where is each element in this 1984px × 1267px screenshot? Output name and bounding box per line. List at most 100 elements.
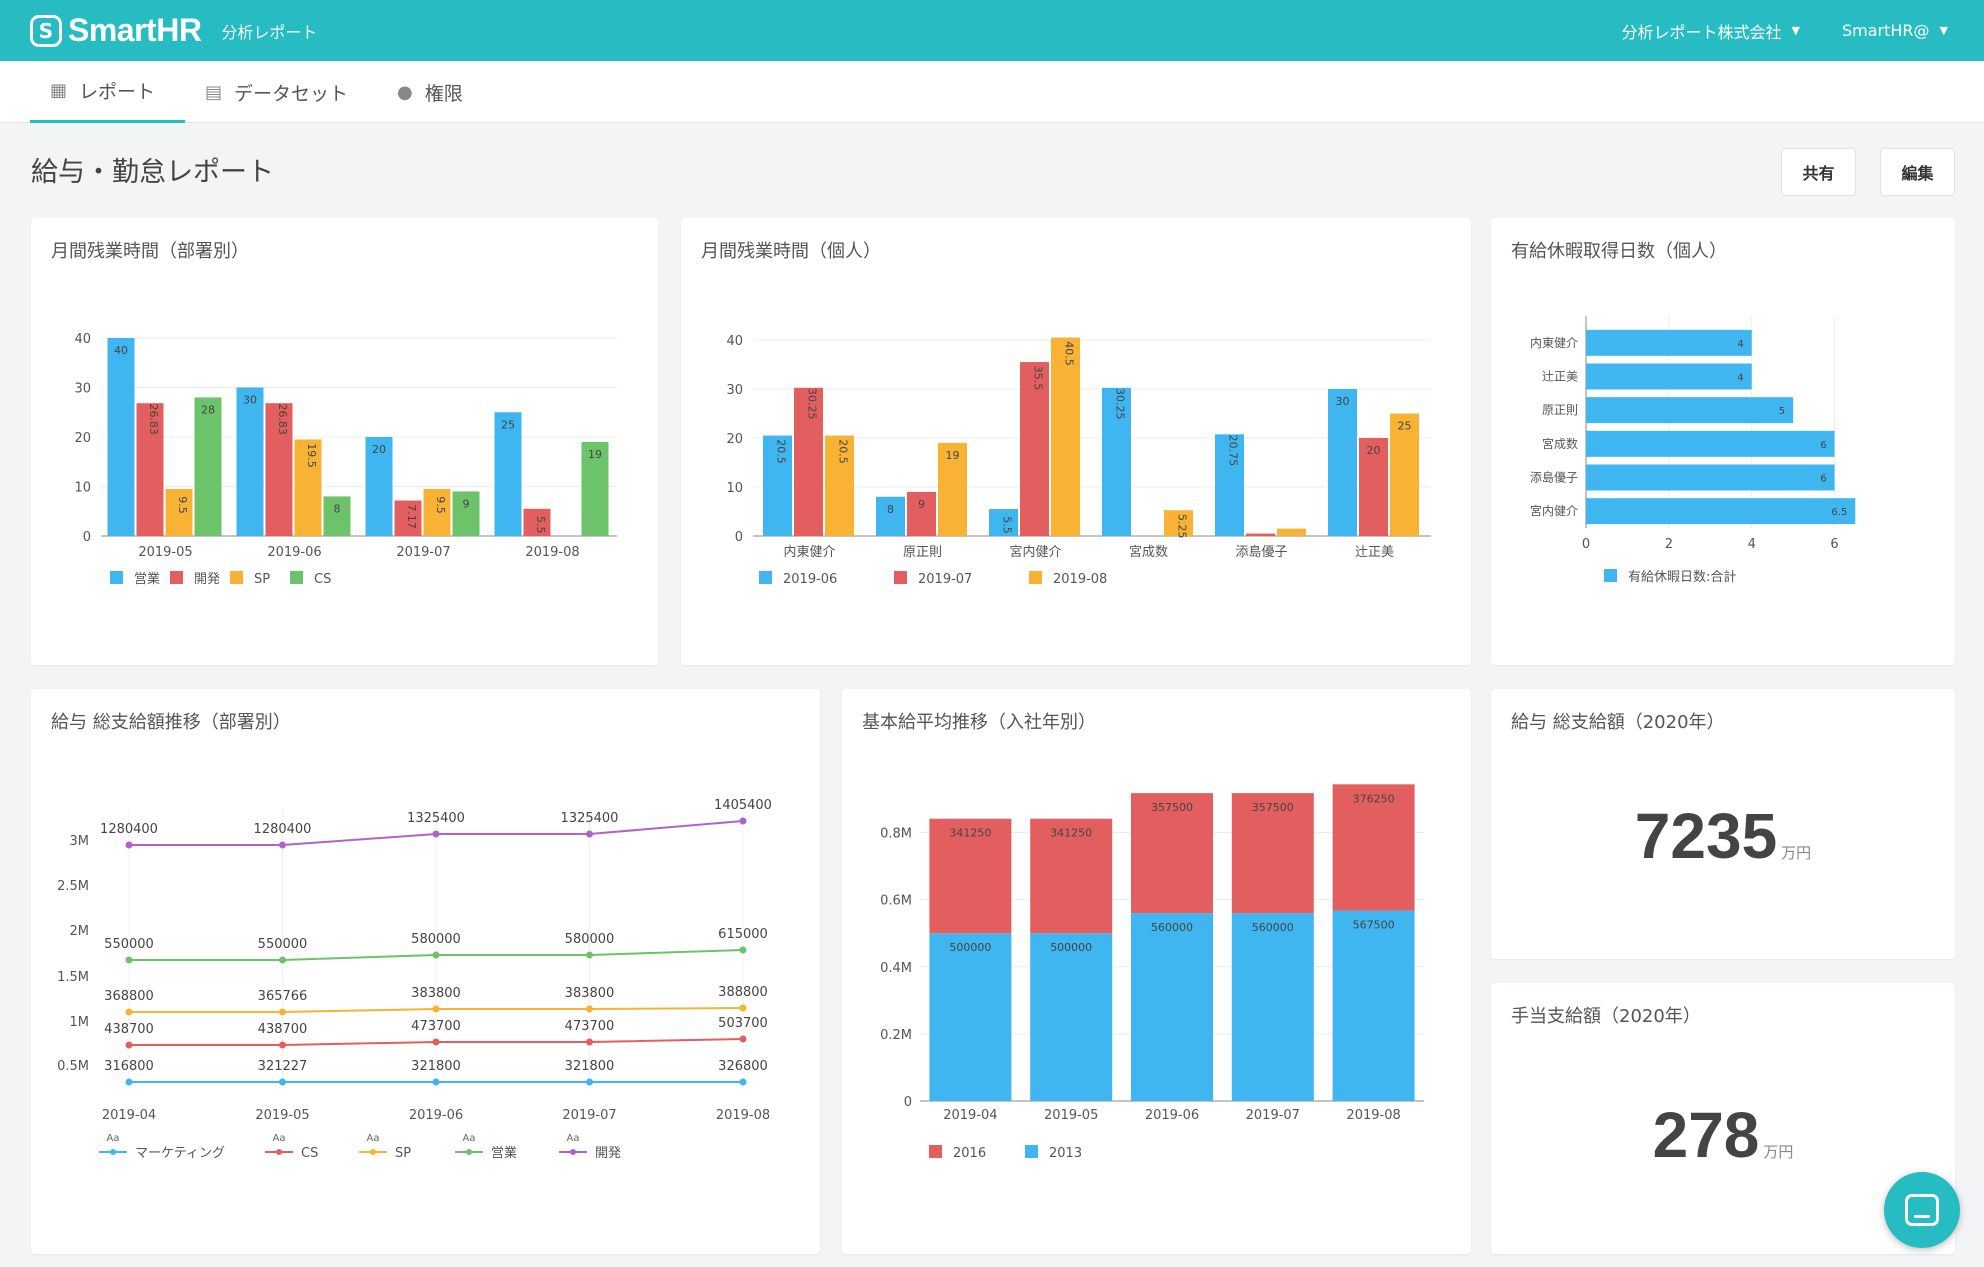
data-label: 567500 [1353, 919, 1395, 932]
tab-dataset-label: データセット [234, 82, 349, 105]
company-menu[interactable]: 分析レポート株式会社 ▼ [1622, 19, 1800, 43]
x-tick-label: 2019-07 [1246, 1108, 1300, 1123]
y-tick-label: 0.5M [57, 1059, 89, 1074]
x-tick-label: 2019-07 [562, 1108, 616, 1123]
x-tick-label: 宮成数 [1129, 544, 1168, 560]
user-menu[interactable]: SmartHR@ ▼ [1842, 21, 1948, 40]
x-tick-label: 2019-05 [1044, 1108, 1098, 1123]
data-label: 35.5 [1032, 366, 1045, 391]
data-point [739, 946, 747, 954]
chat-support-button[interactable] [1884, 1172, 1960, 1248]
x-tick-label: 2019-04 [102, 1108, 156, 1123]
bar [1586, 397, 1794, 424]
data-label: 4 [1737, 373, 1743, 384]
x-tick-label: 2019-08 [525, 545, 579, 560]
legend-marker: Aa [367, 1133, 380, 1144]
edit-button[interactable]: 編集 [1880, 148, 1955, 196]
data-label: 6 [1820, 440, 1826, 451]
data-label: 326800 [718, 1059, 768, 1074]
legend-label: 2016 [953, 1146, 986, 1161]
legend-swatch [290, 571, 303, 584]
x-tick-label: 2019-08 [716, 1108, 770, 1123]
data-label: 6 [1820, 474, 1826, 485]
logo-mark-icon: S [30, 14, 62, 47]
card-title: 給与 総支給額（2020年） [1511, 712, 1725, 733]
card-paid-leave: 有給休暇取得日数（個人） 0 2 4 6 4 内東健介 4 辻正美 5 原正則 6 宮成数 6 添島優子 6… [1491, 218, 1955, 665]
nav-bar: ▦ レポート ▤ データセット ● 権限 [0, 61, 1984, 123]
base-salary-chart: 0 0.2M 0.4M 0.6M 0.8M 500000 341250 2019-04 5000… [880, 784, 1424, 1161]
legend-label: 開発 [194, 572, 220, 587]
x-tick-label: 2019-07 [396, 545, 450, 560]
legend-swatch [170, 571, 183, 584]
data-point [586, 1005, 593, 1013]
data-label: 500000 [1050, 941, 1092, 954]
bar-segment [1332, 910, 1415, 1101]
legend-label: 2013 [1049, 1146, 1082, 1161]
data-point [586, 1078, 593, 1086]
data-label: 5 [1779, 406, 1785, 417]
data-label: 316800 [104, 1059, 154, 1074]
kpi-unit: 万円 [1763, 1143, 1794, 1161]
y-tick-label: 1.5M [57, 970, 89, 985]
x-tick-label: 2019-05 [138, 545, 192, 560]
bar [236, 387, 264, 536]
y-tick-label: 30 [74, 382, 91, 397]
y-tick-label: 辻正美 [1542, 370, 1578, 384]
bar [1586, 464, 1835, 491]
bar [1586, 329, 1752, 356]
legend-marker: Aa [273, 1133, 286, 1144]
data-point [432, 1038, 440, 1046]
bar [1586, 363, 1752, 390]
data-label: 5.5 [534, 516, 547, 534]
legend-swatch [110, 571, 123, 584]
card-person-overtime: 月間残業時間（個人） 0 10 20 30 40 20.5 30.25 20.5 内東健介 8 9 1… [681, 218, 1471, 665]
y-tick-label: 宮内健介 [1530, 503, 1578, 518]
data-label: 5.25 [1176, 514, 1189, 539]
data-point [432, 1005, 440, 1013]
smarthr-logo[interactable]: S SmartHR 分析レポート [30, 12, 317, 49]
data-label: 550000 [104, 937, 154, 952]
data-label: 383800 [565, 986, 615, 1001]
x-tick-label: 2019-08 [1346, 1108, 1400, 1123]
data-label: 26.83 [276, 403, 289, 435]
data-label: 7.17 [405, 504, 418, 529]
caret-down-icon: ▼ [1939, 24, 1948, 37]
data-point [125, 1041, 133, 1049]
y-tick-label: 30 [726, 383, 743, 398]
tab-dataset[interactable]: ▤ データセット [185, 61, 368, 123]
data-label: 1325400 [561, 811, 619, 826]
legend-label: 有給休暇日数:合計 [1628, 569, 1736, 585]
legend-label: 営業 [134, 571, 160, 587]
data-label: 341250 [949, 827, 991, 840]
data-label: 560000 [1151, 921, 1193, 934]
x-tick-label: 2019-04 [943, 1108, 997, 1123]
data-label: 4 [1737, 339, 1743, 350]
data-label: 9 [463, 497, 470, 510]
data-label: 9.5 [176, 496, 189, 513]
data-label: 1280400 [254, 822, 312, 837]
y-tick-label: 添島優子 [1530, 470, 1578, 485]
paid-leave-chart: 0 2 4 6 4 内東健介 4 辻正美 5 原正則 6 宮成数 6 添島優子 6.5 宮内健介有給休暇日数:… [1530, 316, 1856, 585]
data-point [279, 1041, 286, 1049]
dataset-icon: ▤ [205, 81, 223, 103]
tab-permissions[interactable]: ● 権限 [377, 61, 483, 123]
data-label: 438700 [258, 1022, 308, 1037]
bar-segment [1030, 933, 1113, 1101]
bar [1246, 533, 1275, 536]
data-label: 20 [1367, 444, 1381, 457]
y-tick-label: 0 [904, 1095, 912, 1110]
card-base-salary: 基本給平均推移（入社年別） 0 0.2M 0.4M 0.6M 0.8M 500000 341… [842, 689, 1471, 1254]
page-title: 給与・勤怠レポート [31, 157, 274, 188]
tab-report[interactable]: ▦ レポート [30, 61, 185, 123]
legend-label: 開発 [595, 1146, 621, 1161]
data-label: 473700 [411, 1019, 461, 1034]
x-tick-label: 0 [1582, 537, 1590, 552]
share-button[interactable]: 共有 [1781, 148, 1856, 196]
data-label: 20.5 [837, 439, 850, 464]
data-label: 9 [918, 498, 925, 511]
bar [1586, 498, 1856, 525]
bar [107, 338, 135, 536]
data-label: 321227 [258, 1059, 308, 1074]
data-label: 40 [114, 344, 128, 357]
user-icon: ● [397, 81, 413, 103]
